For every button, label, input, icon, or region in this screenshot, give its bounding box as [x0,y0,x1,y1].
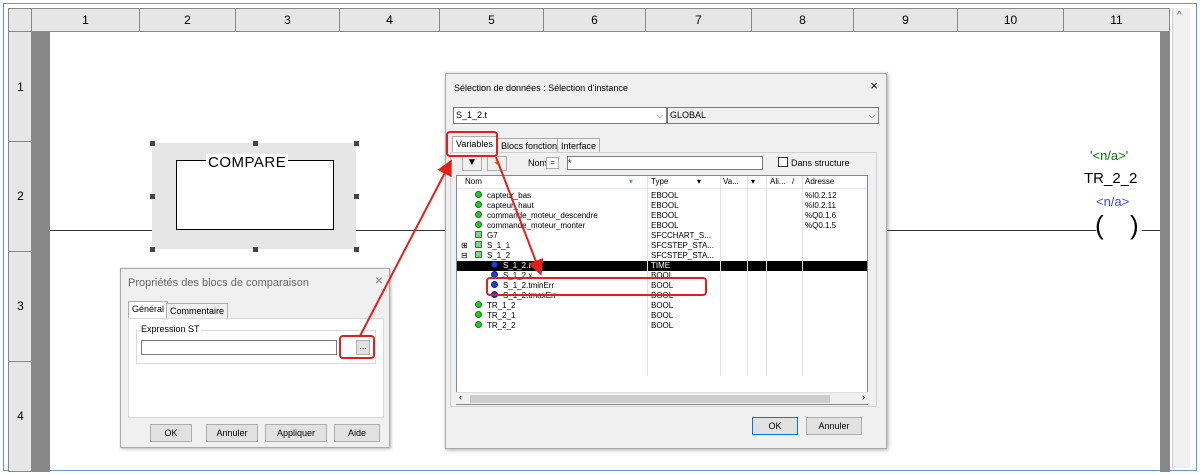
annotation-arrow-to-row [495,156,544,276]
annotation-arrows [359,156,544,337]
annotation-arrow-to-tab [359,159,452,337]
